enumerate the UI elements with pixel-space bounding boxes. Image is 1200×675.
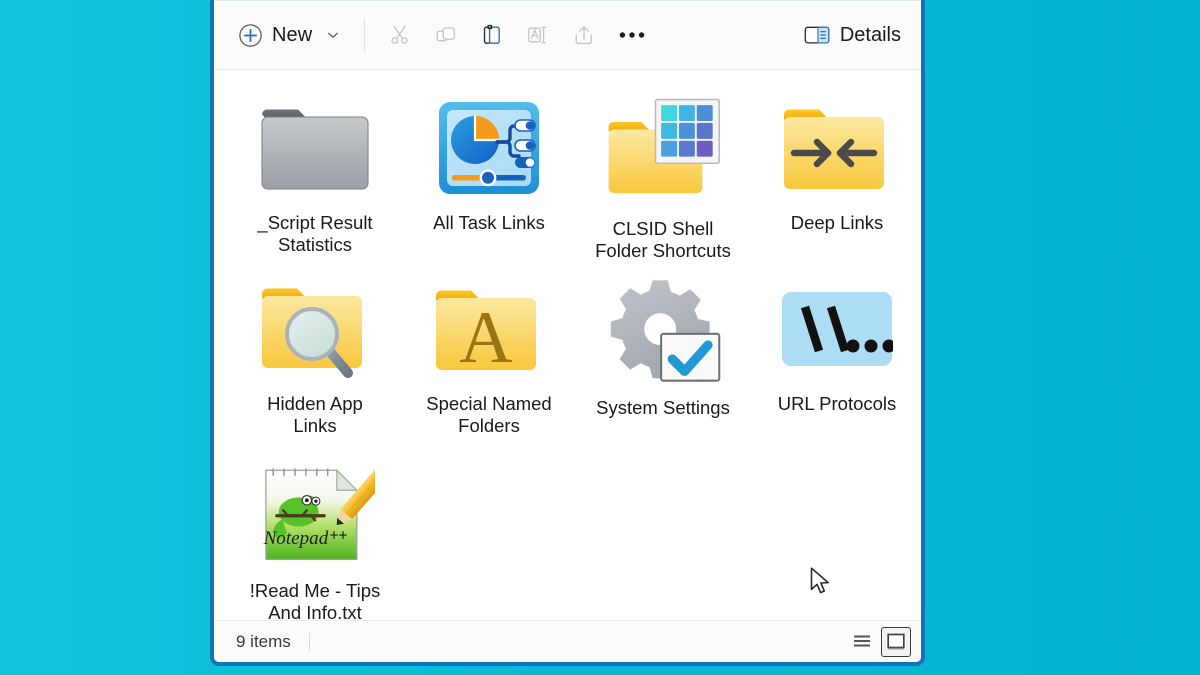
item-count-label: 9 items — [236, 631, 291, 651]
notepad-plus-plus-icon: Notepad ++ — [255, 454, 375, 572]
share-button[interactable] — [561, 14, 607, 56]
svg-text:A: A — [459, 297, 512, 379]
svg-text:Notepad: Notepad — [263, 528, 329, 549]
chevron-down-icon[interactable] — [326, 28, 340, 42]
rename-a-icon — [526, 23, 550, 47]
file-explorer-window: New Details _Script Result Statistics Al… — [210, 0, 925, 666]
list-item-label: Special Named Folders — [426, 393, 552, 436]
svg-text:++: ++ — [330, 527, 348, 544]
list-item-label: CLSID Shell Folder Shortcuts — [595, 218, 731, 261]
list-item[interactable]: URL Protocols — [750, 269, 921, 450]
list-item-label: URL Protocols — [777, 393, 897, 414]
new-button-label: New — [272, 23, 313, 46]
rename-button[interactable] — [515, 14, 561, 56]
icon-grid: _Script Result Statistics All Task Links… — [214, 88, 921, 620]
backslash-dots-icon — [777, 273, 897, 385]
status-separator — [308, 632, 310, 651]
status-bar: 9 items — [214, 620, 921, 662]
folder-search-icon — [255, 273, 375, 385]
gray-folder-icon — [255, 92, 375, 204]
list-item-label: !Read Me - Tips And Info.txt — [249, 580, 381, 620]
list-item[interactable]: A Special Named Folders — [402, 269, 576, 450]
folder-grid-icon — [603, 92, 723, 210]
list-item-label: System Settings — [596, 397, 730, 418]
new-button[interactable]: New — [232, 15, 350, 55]
command-bar: New Details — [214, 0, 921, 70]
clipboard-icon — [480, 23, 504, 47]
list-item[interactable]: Notepad ++ !Read Me - Tips And Info.txt — [228, 450, 402, 620]
list-item[interactable]: All Task Links — [402, 88, 576, 269]
large-icon-square-icon — [886, 633, 906, 651]
control-panel-icon — [429, 92, 549, 204]
list-item-label: Hidden App Links — [267, 393, 363, 436]
scissors-icon — [388, 23, 412, 47]
file-list-area[interactable]: _Script Result Statistics All Task Links… — [214, 70, 921, 620]
details-button[interactable]: Details — [796, 15, 907, 55]
list-item-label: All Task Links — [433, 212, 545, 233]
large-icons-view-button[interactable] — [881, 626, 911, 657]
plus-circle-icon — [238, 23, 263, 48]
list-item[interactable]: _Script Result Statistics — [228, 88, 402, 269]
gear-check-icon — [603, 273, 723, 389]
list-item[interactable]: Hidden App Links — [228, 269, 402, 450]
see-more-button[interactable] — [607, 14, 657, 56]
list-item-label: _Script Result Statistics — [257, 212, 373, 255]
cut-button[interactable] — [377, 14, 423, 56]
copy-icon — [434, 23, 458, 47]
view-toggle-group — [847, 626, 911, 657]
paste-button[interactable] — [469, 14, 515, 56]
list-item-label: Deep Links — [790, 212, 884, 233]
details-pane-icon — [804, 24, 830, 46]
list-item[interactable]: Deep Links — [750, 88, 921, 269]
list-lines-icon — [853, 634, 871, 650]
list-item[interactable]: System Settings — [576, 269, 750, 450]
ellipsis-icon — [619, 31, 645, 39]
details-button-label: Details — [839, 23, 901, 46]
toolbar-separator — [364, 18, 366, 52]
list-view-button[interactable] — [847, 627, 877, 657]
folder-arrows-icon — [777, 92, 897, 204]
copy-button[interactable] — [423, 14, 469, 56]
share-arrow-icon — [572, 23, 596, 47]
folder-letter-a-icon: A — [429, 273, 549, 385]
list-item[interactable]: CLSID Shell Folder Shortcuts — [576, 88, 750, 269]
